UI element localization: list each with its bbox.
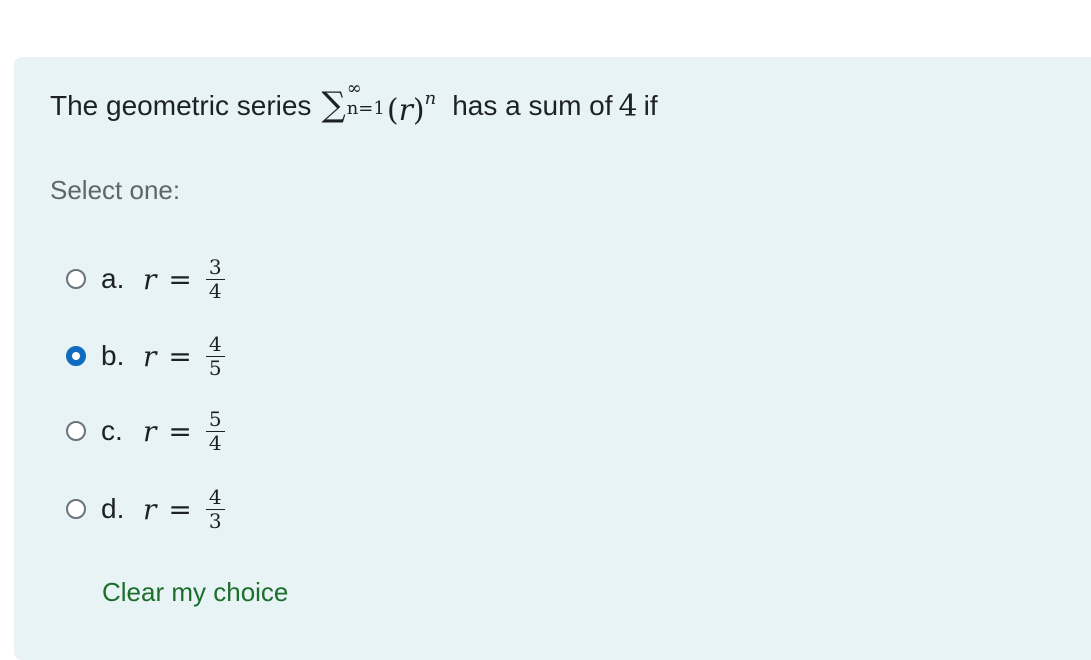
answer-option-b[interactable]: b. r = 4 5 — [66, 326, 326, 386]
answer-option-d[interactable]: d. r = 4 3 — [66, 479, 326, 539]
radio-button-a[interactable] — [66, 269, 86, 289]
term-open-paren: ( — [386, 93, 399, 128]
answer-letter: d. — [101, 493, 125, 524]
term-close-paren: ) — [412, 93, 425, 128]
fraction-numerator: 5 — [205, 408, 225, 432]
answer-variable: r — [143, 262, 157, 296]
question-card: The geometric series ∑ ∞ n=1 (r)n has a … — [14, 57, 1091, 660]
sigma-symbol: ∑ — [321, 85, 346, 125]
fraction-numerator: 4 — [205, 486, 225, 510]
answer-equals: = — [168, 414, 192, 448]
question-text: The geometric series ∑ ∞ n=1 (r)n has a … — [50, 80, 658, 131]
radio-button-c[interactable] — [66, 421, 86, 441]
summation-upper-limit: ∞ — [346, 78, 362, 99]
question-sum-value: 4 — [618, 88, 638, 124]
answer-fraction: 3 4 — [205, 256, 225, 303]
fraction-denominator: 4 — [208, 278, 222, 303]
fraction-denominator: 5 — [208, 355, 222, 380]
answer-option-a[interactable]: a. r = 3 4 — [66, 249, 326, 309]
answer-option-c[interactable]: c. r = 5 4 — [66, 401, 326, 461]
answer-fraction: 5 4 — [205, 408, 225, 455]
term-exponent: n — [424, 88, 437, 109]
select-one-prompt: Select one: — [50, 175, 181, 205]
radio-button-b[interactable] — [66, 346, 86, 366]
question-text-after: if — [643, 90, 658, 121]
answer-fraction: 4 5 — [205, 333, 225, 380]
answer-equals: = — [168, 339, 192, 373]
answer-equals: = — [168, 262, 192, 296]
question-text-middle: has a sum of — [452, 90, 613, 121]
answer-variable: r — [143, 339, 157, 373]
answer-variable: r — [143, 414, 157, 448]
answer-letter: a. — [101, 263, 125, 294]
answer-letter: c. — [101, 415, 123, 446]
term-variable: r — [398, 93, 413, 128]
summation: ∑ ∞ n=1 (r)n — [321, 80, 436, 129]
answer-variable: r — [143, 492, 157, 526]
answer-letter: b. — [101, 340, 125, 371]
question-text-before: The geometric series — [50, 90, 312, 121]
fraction-numerator: 4 — [205, 333, 225, 357]
radio-button-d[interactable] — [66, 499, 86, 519]
summation-term: (r)n — [387, 88, 436, 128]
clear-my-choice-link[interactable]: Clear my choice — [102, 577, 288, 608]
fraction-numerator: 3 — [205, 256, 225, 280]
answer-equals: = — [168, 492, 192, 526]
summation-lower-limit: n=1 — [346, 98, 385, 119]
fraction-denominator: 3 — [208, 508, 222, 533]
answer-fraction: 4 3 — [205, 486, 225, 533]
fraction-denominator: 4 — [208, 430, 222, 455]
summation-limits: ∞ n=1 — [346, 80, 385, 124]
